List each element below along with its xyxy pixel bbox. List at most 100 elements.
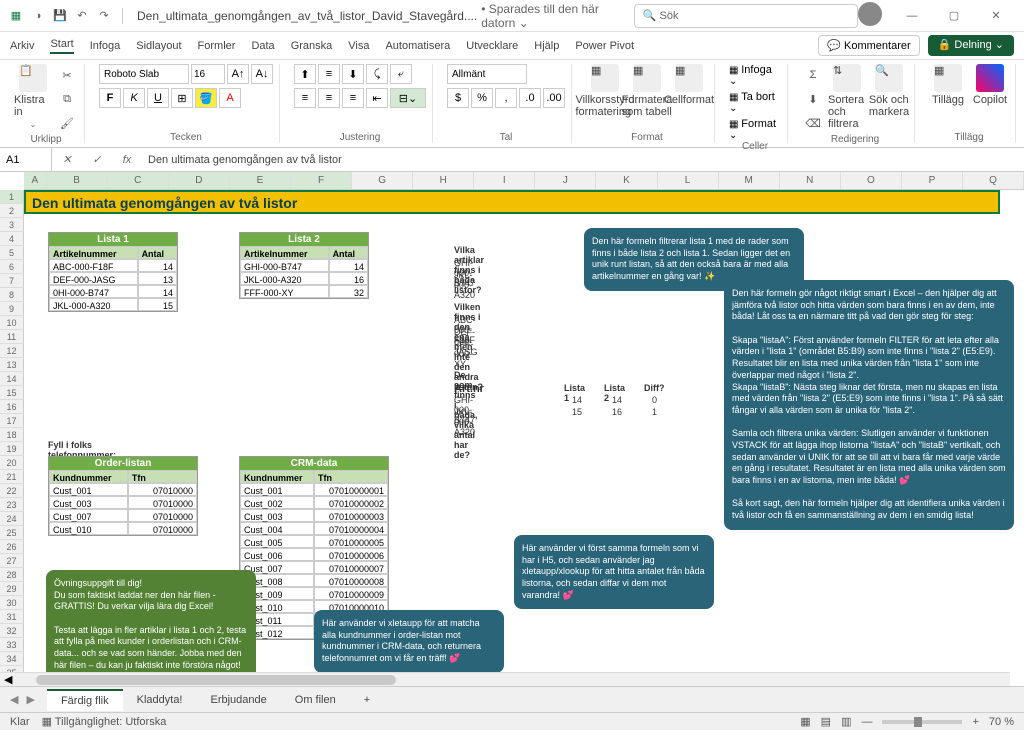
autosave-icon[interactable]: ◑ <box>30 8 46 24</box>
table-row[interactable]: Cust_00607010000006 <box>240 548 388 561</box>
row-22[interactable]: 22 <box>0 484 24 498</box>
underline-button[interactable]: U <box>147 88 169 108</box>
maximize-button[interactable]: ▢ <box>934 2 974 30</box>
table-row[interactable]: Cust_00307010000 <box>49 496 197 509</box>
row-4[interactable]: 4 <box>0 232 24 246</box>
search-box[interactable]: 🔍 Sök <box>634 4 858 28</box>
decrease-font-icon[interactable]: A↓ <box>251 64 273 84</box>
row-18[interactable]: 18 <box>0 428 24 442</box>
status-accessibility[interactable]: ▦ Tillgänglighet: Utforska <box>42 715 167 728</box>
table-row[interactable]: DEF-000-JASG13 <box>49 272 177 285</box>
row-6[interactable]: 6 <box>0 260 24 274</box>
row-3[interactable]: 3 <box>0 218 24 232</box>
view-break-icon[interactable]: ▥ <box>841 715 851 728</box>
row-27[interactable]: 27 <box>0 554 24 568</box>
table-row[interactable]: Cust_00407010000004 <box>240 522 388 535</box>
col-G[interactable]: G <box>352 172 413 189</box>
menu-arkiv[interactable]: Arkiv <box>10 40 34 52</box>
row-24[interactable]: 24 <box>0 512 24 526</box>
row-28[interactable]: 28 <box>0 568 24 582</box>
row-16[interactable]: 16 <box>0 400 24 414</box>
table-row[interactable]: Cust_00707010000 <box>49 509 197 522</box>
align-middle-icon[interactable]: ≡ <box>318 64 340 84</box>
cancel-formula-icon[interactable]: ✕ <box>52 153 82 166</box>
zoom-slider[interactable] <box>882 720 962 724</box>
row-7[interactable]: 7 <box>0 274 24 288</box>
menu-infoga[interactable]: Infoga <box>90 40 121 52</box>
row-8[interactable]: 8 <box>0 288 24 302</box>
view-normal-icon[interactable]: ▦ <box>800 715 810 728</box>
col-D[interactable]: D <box>169 172 230 189</box>
tab-add-icon[interactable]: + <box>350 690 384 710</box>
undo-icon[interactable]: ↶ <box>74 8 90 24</box>
table-row[interactable]: Cust_00907010000009 <box>240 587 388 600</box>
row-25[interactable]: 25 <box>0 526 24 540</box>
fill-color-button[interactable]: 🪣 <box>195 88 217 108</box>
share-button[interactable]: 🔒 Delning ⌄ <box>928 35 1014 56</box>
view-layout-icon[interactable]: ▤ <box>821 715 831 728</box>
row-19[interactable]: 19 <box>0 442 24 456</box>
format-painter-icon[interactable]: 🖌 <box>56 112 78 134</box>
row-30[interactable]: 30 <box>0 596 24 610</box>
clear-icon[interactable]: ⌫ <box>802 112 824 134</box>
row-11[interactable]: 11 <box>0 330 24 344</box>
find-select-button[interactable]: 🔍Sök och markera <box>870 64 908 118</box>
redo-icon[interactable]: ↷ <box>96 8 112 24</box>
fill-icon[interactable]: ⬇ <box>802 88 824 110</box>
save-icon[interactable]: 💾 <box>52 8 68 24</box>
menu-automatisera[interactable]: Automatisera <box>385 40 450 52</box>
comma-icon[interactable]: , <box>495 88 517 108</box>
table-row[interactable]: Cust_00507010000005 <box>240 535 388 548</box>
table-row[interactable]: ABC-000-F18F14 <box>49 259 177 272</box>
tab-2[interactable]: Erbjudande <box>197 690 281 710</box>
row-13[interactable]: 13 <box>0 358 24 372</box>
col-K[interactable]: K <box>596 172 657 189</box>
table-row[interactable]: FFF-000-XY32 <box>240 285 368 298</box>
increase-font-icon[interactable]: A↑ <box>227 64 249 84</box>
zoom-level[interactable]: 70 % <box>989 716 1014 728</box>
cut-icon[interactable]: ✂ <box>56 64 78 86</box>
comments-button[interactable]: 💬 Kommentarer <box>818 35 919 56</box>
table-row[interactable]: Cust_00107010000 <box>49 483 197 496</box>
align-center-icon[interactable]: ≡ <box>318 88 340 108</box>
menu-hjalp[interactable]: Hjälp <box>534 40 559 52</box>
row-20[interactable]: 20 <box>0 456 24 470</box>
font-select[interactable] <box>99 64 189 84</box>
row-21[interactable]: 21 <box>0 470 24 484</box>
horizontal-scrollbar[interactable]: ◀ <box>0 672 1010 686</box>
autosum-icon[interactable]: Σ <box>802 64 824 86</box>
addins-button[interactable]: ▦Tillägg <box>929 64 967 106</box>
menu-start[interactable]: Start <box>50 38 73 54</box>
menu-powerpivot[interactable]: Power Pivot <box>575 40 634 52</box>
row-29[interactable]: 29 <box>0 582 24 596</box>
col-M[interactable]: M <box>719 172 780 189</box>
col-L[interactable]: L <box>658 172 719 189</box>
col-B[interactable]: B <box>47 172 108 189</box>
menu-sidlayout[interactable]: Sidlayout <box>136 40 181 52</box>
merge-button[interactable]: ⊟⌄ <box>390 88 426 108</box>
close-button[interactable]: ✕ <box>976 2 1016 30</box>
table-row[interactable]: Cust_00807010000008 <box>240 574 388 587</box>
callout-4[interactable]: Här använder vi xletaupp för att matcha … <box>314 610 504 673</box>
callout-2[interactable]: Den här formeln gör något riktigt smart … <box>724 280 1014 530</box>
row-12[interactable]: 12 <box>0 344 24 358</box>
col-P[interactable]: P <box>902 172 963 189</box>
currency-icon[interactable]: $ <box>447 88 469 108</box>
col-A[interactable]: A <box>24 172 47 189</box>
number-format-select[interactable] <box>447 64 527 84</box>
user-avatar[interactable] <box>858 2 882 26</box>
size-select[interactable] <box>191 64 225 84</box>
col-F[interactable]: F <box>291 172 352 189</box>
paste-button[interactable]: 📋Klistra in⌄ <box>14 64 52 129</box>
col-C[interactable]: C <box>108 172 169 189</box>
table-row[interactable]: JKL-000-A32015 <box>49 298 177 311</box>
col-Q[interactable]: Q <box>963 172 1024 189</box>
name-box[interactable]: A1 <box>0 148 52 171</box>
row-23[interactable]: 23 <box>0 498 24 512</box>
row-31[interactable]: 31 <box>0 610 24 624</box>
table-row[interactable]: Cust_00707010000007 <box>240 561 388 574</box>
row-5[interactable]: 5 <box>0 246 24 260</box>
italic-button[interactable]: K <box>123 88 145 108</box>
align-right-icon[interactable]: ≡ <box>342 88 364 108</box>
tab-next-icon[interactable]: ▶ <box>26 693 34 706</box>
